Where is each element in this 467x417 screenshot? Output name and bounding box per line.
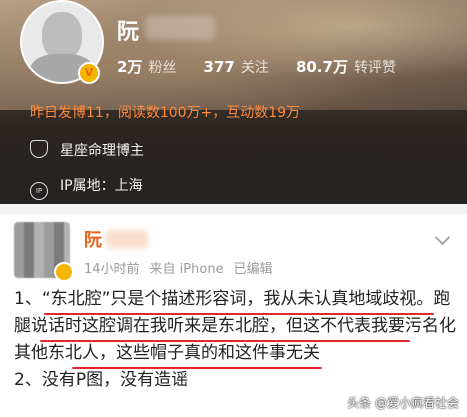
post-name-redaction bbox=[106, 230, 148, 248]
post-verified-badge-icon bbox=[54, 262, 74, 282]
avatar-face-blurred bbox=[42, 12, 82, 60]
profile-stats: 2万 粉丝 377 关注 80.7万 转评赞 bbox=[117, 56, 418, 77]
post-edited-label[interactable]: 已编辑 bbox=[234, 262, 273, 277]
activity-summary: 昨日发博11，阅读数100万+，互动数19万 bbox=[30, 105, 301, 121]
stat-interactions-num: 80.7万 bbox=[295, 58, 348, 76]
post-paragraph-2: 2、没有P图，没有造谣 bbox=[14, 370, 189, 390]
ip-icon: IP bbox=[30, 182, 48, 200]
red-underline-1 bbox=[44, 313, 434, 315]
stat-following[interactable]: 377 关注 bbox=[204, 57, 269, 77]
verification-row: 星座命理博主 bbox=[30, 140, 144, 160]
red-underline-2 bbox=[40, 340, 410, 342]
stat-following-label: 关注 bbox=[240, 60, 269, 76]
watermark: 头条 @爱小疯看社会 bbox=[347, 396, 459, 410]
red-underline-3 bbox=[72, 367, 322, 369]
name-redaction bbox=[145, 16, 215, 40]
stat-followers-label: 粉丝 bbox=[148, 60, 177, 76]
section-divider bbox=[0, 204, 467, 214]
stat-following-num: 377 bbox=[203, 58, 235, 76]
stat-interactions-label: 转评赞 bbox=[353, 60, 396, 76]
stat-followers-num: 2万 bbox=[117, 58, 143, 76]
ip-location-row: IP IP属地：上海 bbox=[30, 175, 143, 200]
post-source: 来自 iPhone bbox=[149, 262, 224, 277]
shield-icon bbox=[30, 140, 48, 158]
chevron-down-icon[interactable] bbox=[434, 229, 451, 246]
stat-followers[interactable]: 2万 粉丝 bbox=[117, 56, 176, 77]
verified-badge-icon: V bbox=[78, 62, 100, 84]
profile-header-card: V 阮 2万 粉丝 377 关注 80.7万 转评赞 昨日发博11，阅读数100万+，… bbox=[0, 0, 467, 204]
ip-location-text: IP属地：上海 bbox=[60, 178, 143, 194]
verification-text: 星座命理博主 bbox=[60, 143, 144, 159]
post-author-name[interactable]: 阮 bbox=[84, 226, 102, 252]
post-paragraph-1: 1、“东北腔”只是个描述形容词，我从未认真地域歧视。跑腿说话时这腔调在我听来是东… bbox=[14, 289, 456, 363]
profile-name: 阮 bbox=[117, 20, 140, 45]
post-time: 14小时前 bbox=[84, 262, 140, 277]
post-meta: 14小时前 来自 iPhone 已编辑 bbox=[84, 258, 283, 277]
stat-interactions[interactable]: 80.7万 转评赞 bbox=[296, 56, 396, 77]
